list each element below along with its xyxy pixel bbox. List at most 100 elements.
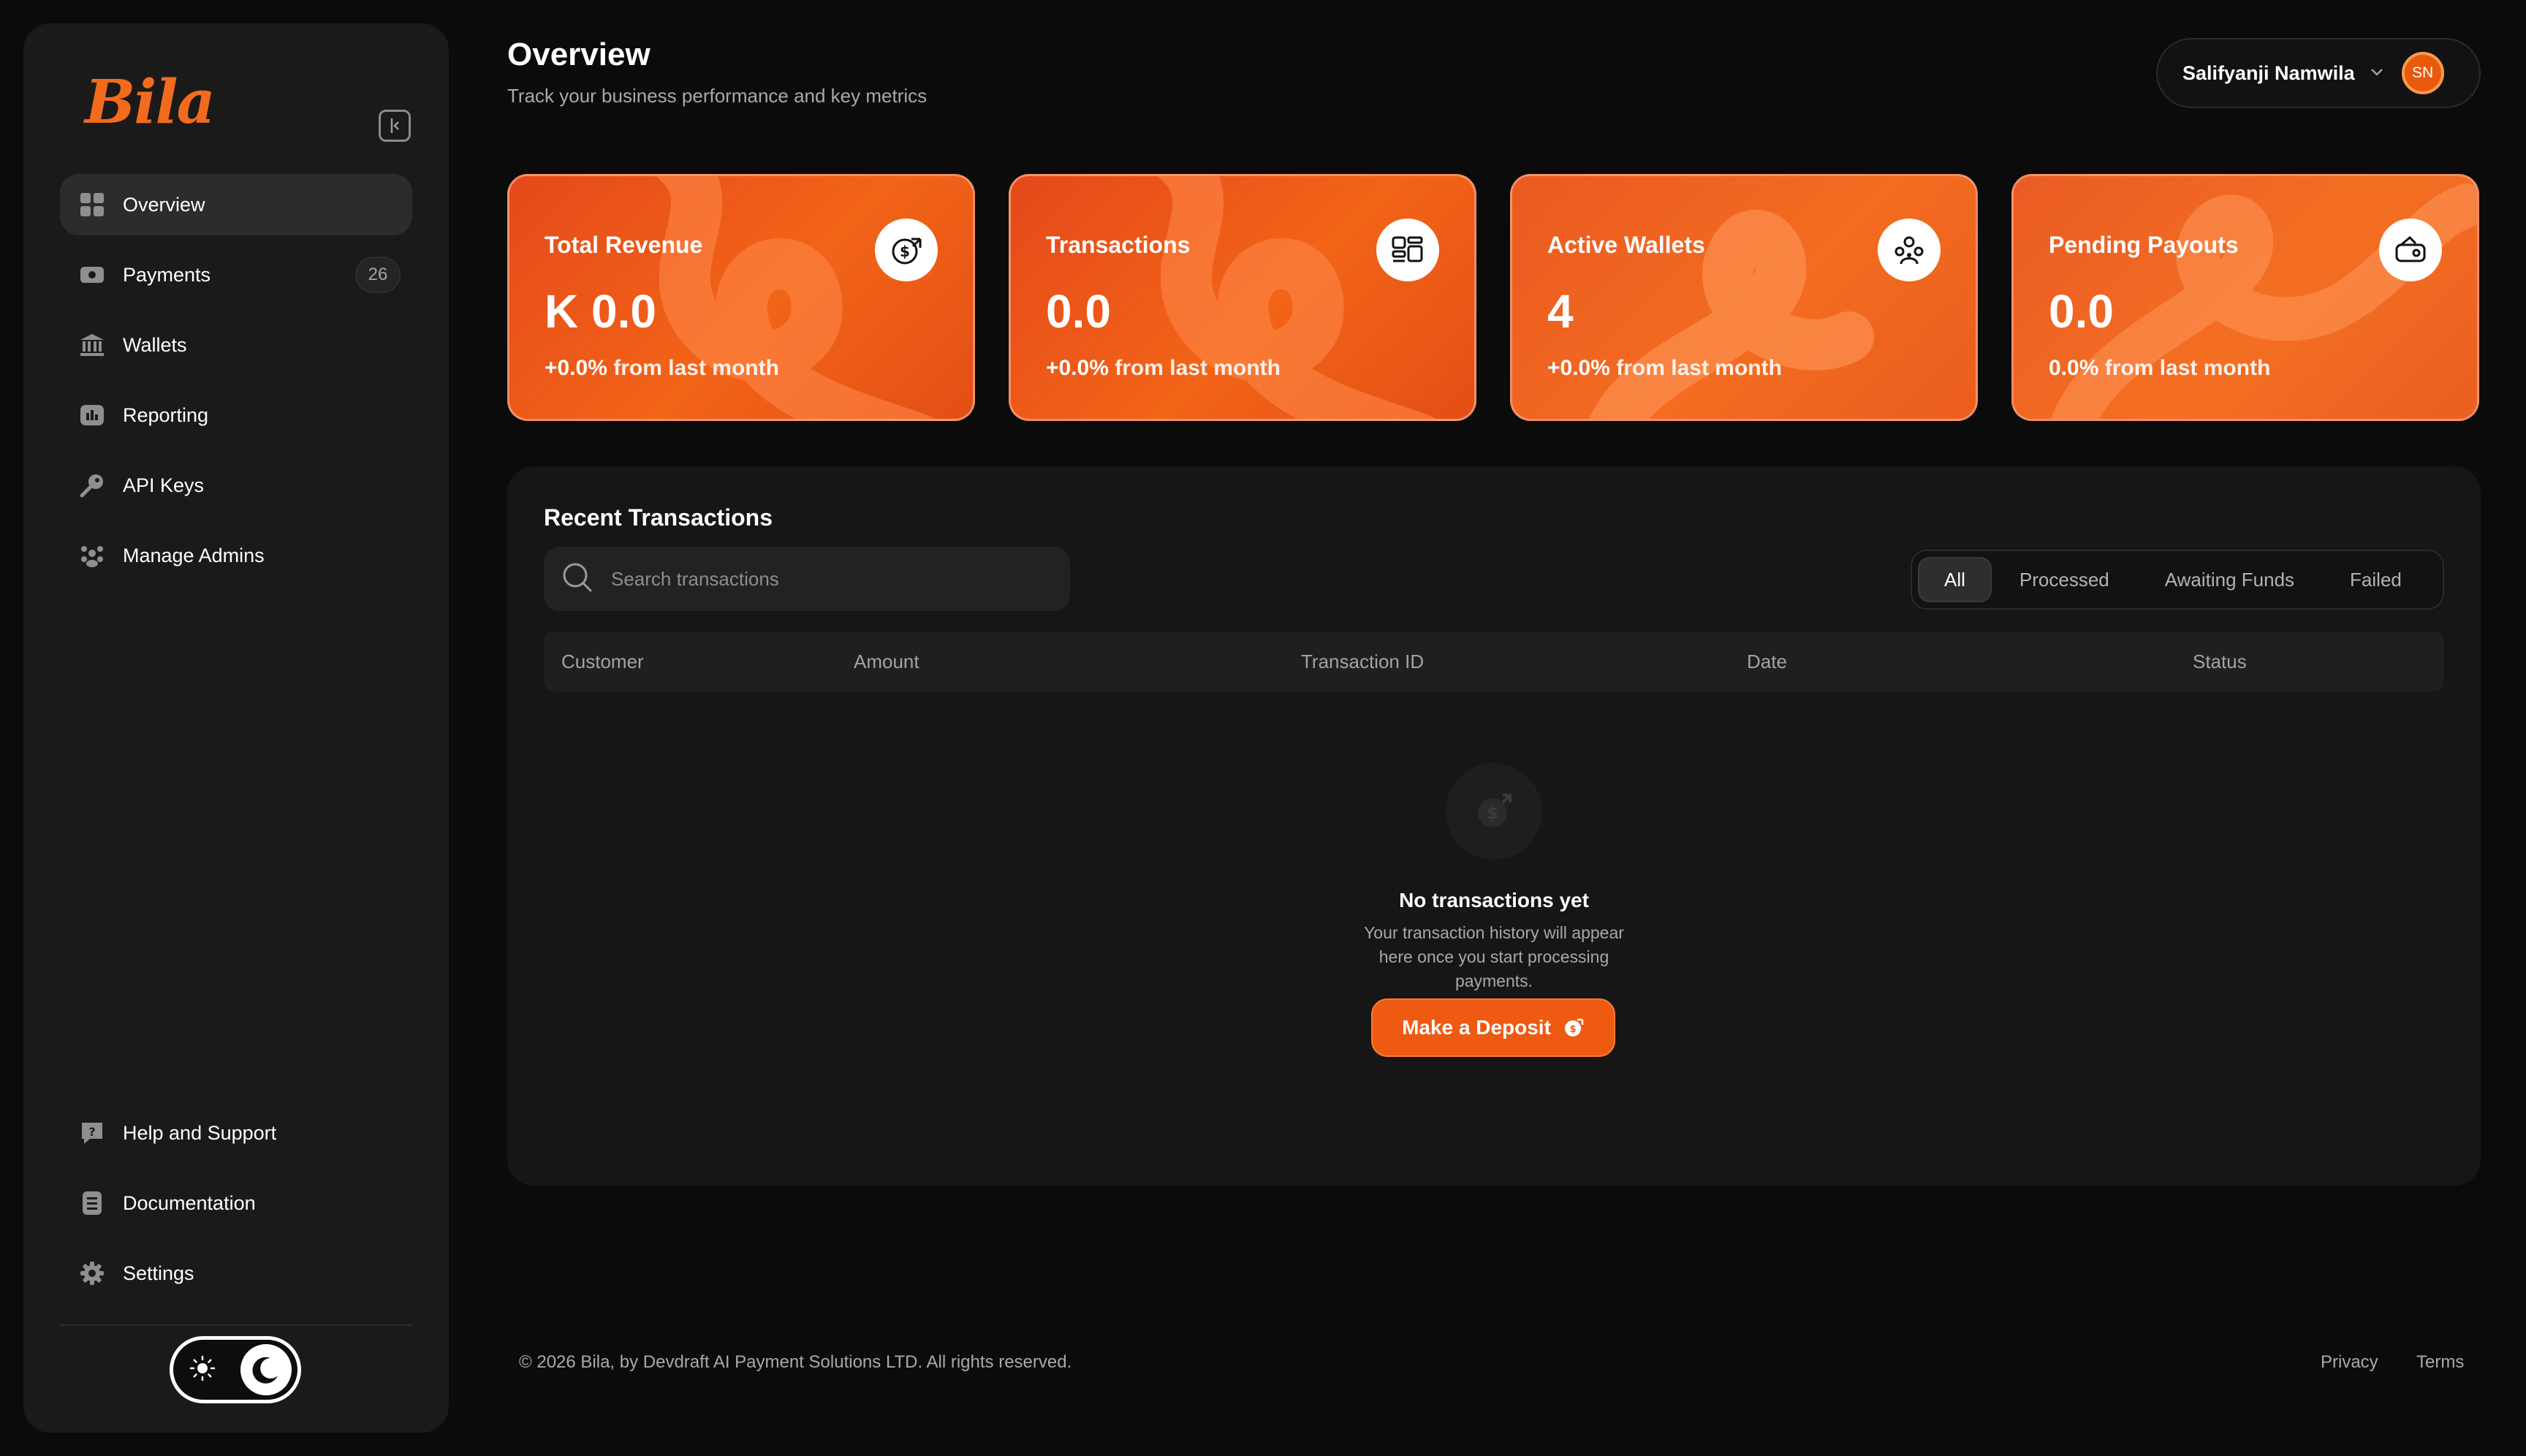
sidebar-item-wallets[interactable]: Wallets (60, 314, 412, 376)
sidebar-item-label: Manage Admins (123, 544, 265, 566)
sidebar-item-payments[interactable]: Payments 26 (60, 244, 412, 306)
change-suffix: from last month (2098, 356, 2271, 380)
sidebar-item-label: Payments (123, 263, 211, 286)
search-icon (561, 561, 593, 597)
footer-privacy-link[interactable]: Privacy (2321, 1352, 2378, 1373)
key-icon (79, 472, 105, 498)
sidebar-item-label: Documentation (123, 1191, 256, 1214)
svg-text:?: ? (88, 1125, 95, 1139)
sidebar-item-settings[interactable]: Settings (60, 1243, 412, 1304)
filter-all[interactable]: All (1918, 557, 1992, 602)
transactions-card: Transactions 0.0 +0.0% from last month (1009, 174, 1476, 421)
empty-state-description: Your transaction history will appear her… (1364, 923, 1624, 990)
chevron-down-icon (2368, 63, 2386, 84)
sidebar-item-label: Reporting (123, 403, 209, 426)
card-title: Pending Payouts (2049, 232, 2239, 258)
status-filter-tabs: All Processed Awaiting Funds Failed (1911, 550, 2444, 610)
user-menu[interactable]: Salifyanji Namwila SN (2156, 38, 2481, 108)
collapse-sidebar-button[interactable] (379, 110, 411, 142)
avatar[interactable]: SN (2401, 52, 2444, 94)
help-icon: ? (79, 1120, 105, 1146)
active-wallets-card: Active Wallets 4 +0.0% from last month (1510, 174, 1978, 421)
change-percent: +0.0% (1547, 356, 1610, 380)
svg-text:$: $ (1569, 1024, 1576, 1035)
search-input[interactable] (611, 567, 1050, 591)
pending-payouts-card: Pending Payouts 0.0 0.0% from last month (2011, 174, 2479, 421)
card-change: +0.0% from last month (1046, 356, 1281, 381)
footer-copyright: © 2026 Bila, by Devdraft AI Payment Solu… (519, 1352, 1072, 1372)
card-title: Total Revenue (545, 232, 703, 258)
card-change: +0.0% from last month (545, 356, 779, 381)
total-revenue-card: Total Revenue K 0.0 +0.0% from last mont… (507, 174, 975, 421)
card-title: Transactions (1046, 232, 1191, 258)
sidebar-item-reporting[interactable]: Reporting (60, 384, 412, 446)
column-amount[interactable]: Amount (854, 651, 919, 673)
card-value: 0.0 (2049, 285, 2114, 338)
bank-icon (79, 332, 105, 358)
users-icon (79, 542, 105, 569)
change-percent: +0.0% (545, 356, 607, 380)
reporting-icon (79, 402, 105, 428)
sidebar-item-label: Help and Support (123, 1121, 277, 1144)
empty-state-icon: $ (1446, 763, 1542, 860)
change-percent: 0.0% (2049, 356, 2099, 380)
sidebar-item-manage-admins[interactable]: Manage Admins (60, 525, 412, 586)
footer-terms-link[interactable]: Terms (2416, 1352, 2464, 1373)
deposit-button-label: Make a Deposit (1402, 1016, 1551, 1039)
sidebar-item-help[interactable]: ? Help and Support (60, 1102, 412, 1164)
search-box[interactable] (544, 547, 1070, 611)
change-percent: +0.0% (1046, 356, 1109, 380)
deposit-icon: $ (1563, 1017, 1585, 1039)
card-background-graphic (1512, 176, 1976, 419)
column-status[interactable]: Status (2193, 651, 2247, 673)
payout-icon (2379, 219, 2442, 281)
recent-transactions-panel: Recent Transactions All Processed Awaiti… (507, 466, 2481, 1186)
change-suffix: from last month (1108, 356, 1281, 380)
empty-state-title: No transactions yet (1399, 889, 1589, 911)
table-header: Customer Amount Transaction ID Date Stat… (544, 632, 2444, 691)
card-title: Active Wallets (1547, 232, 1705, 258)
card-change: +0.0% from last month (1547, 356, 1782, 381)
payments-count-badge: 26 (355, 257, 401, 293)
panel-title: Recent Transactions (544, 504, 773, 531)
sidebar-item-overview[interactable]: Overview (60, 174, 412, 235)
column-transaction-id[interactable]: Transaction ID (1301, 651, 1424, 673)
sidebar-item-api-keys[interactable]: API Keys (60, 455, 412, 516)
sidebar-divider (60, 1324, 412, 1326)
payments-icon (79, 262, 105, 288)
filter-processed[interactable]: Processed (1992, 557, 2137, 602)
page-subtitle: Track your business performance and key … (507, 85, 928, 107)
change-suffix: from last month (607, 356, 779, 380)
sidebar-bottom-nav: ? Help and Support Documentation Setting… (60, 1102, 412, 1313)
filter-awaiting-funds[interactable]: Awaiting Funds (2137, 557, 2322, 602)
transactions-icon (1376, 219, 1439, 281)
sidebar-nav: Overview Payments 26 Wallets Reporting A… (60, 174, 412, 595)
brand-logo[interactable]: Bila (85, 67, 216, 137)
column-date[interactable]: Date (1747, 651, 1787, 673)
sidebar-item-label: Wallets (123, 333, 187, 356)
svg-text:$: $ (1487, 805, 1498, 823)
sun-icon[interactable] (189, 1355, 216, 1385)
theme-toggle[interactable] (170, 1336, 301, 1403)
user-name: Salifyanji Namwila (2182, 61, 2355, 84)
sidebar-item-documentation[interactable]: Documentation (60, 1172, 412, 1234)
card-value: 4 (1547, 285, 1574, 338)
grid-icon (79, 192, 105, 218)
wallets-group-icon (1878, 219, 1941, 281)
filter-failed[interactable]: Failed (2322, 557, 2430, 602)
page-title: Overview (507, 37, 651, 72)
gear-icon (79, 1260, 105, 1286)
sidebar-item-label: Settings (123, 1262, 194, 1284)
collapse-icon (390, 118, 399, 133)
make-deposit-button[interactable]: Make a Deposit $ (1371, 998, 1615, 1057)
card-value: K 0.0 (545, 285, 656, 338)
svg-text:$: $ (900, 243, 910, 260)
moon-icon[interactable] (240, 1344, 292, 1395)
card-change: 0.0% from last month (2049, 356, 2270, 381)
change-suffix: from last month (1609, 356, 1782, 380)
sidebar: Bila Overview Payments 26 Wallets Report… (23, 23, 449, 1433)
column-customer[interactable]: Customer (561, 651, 644, 673)
sidebar-item-label: Overview (123, 193, 205, 216)
revenue-icon: $ (875, 219, 938, 281)
document-icon (79, 1190, 105, 1216)
